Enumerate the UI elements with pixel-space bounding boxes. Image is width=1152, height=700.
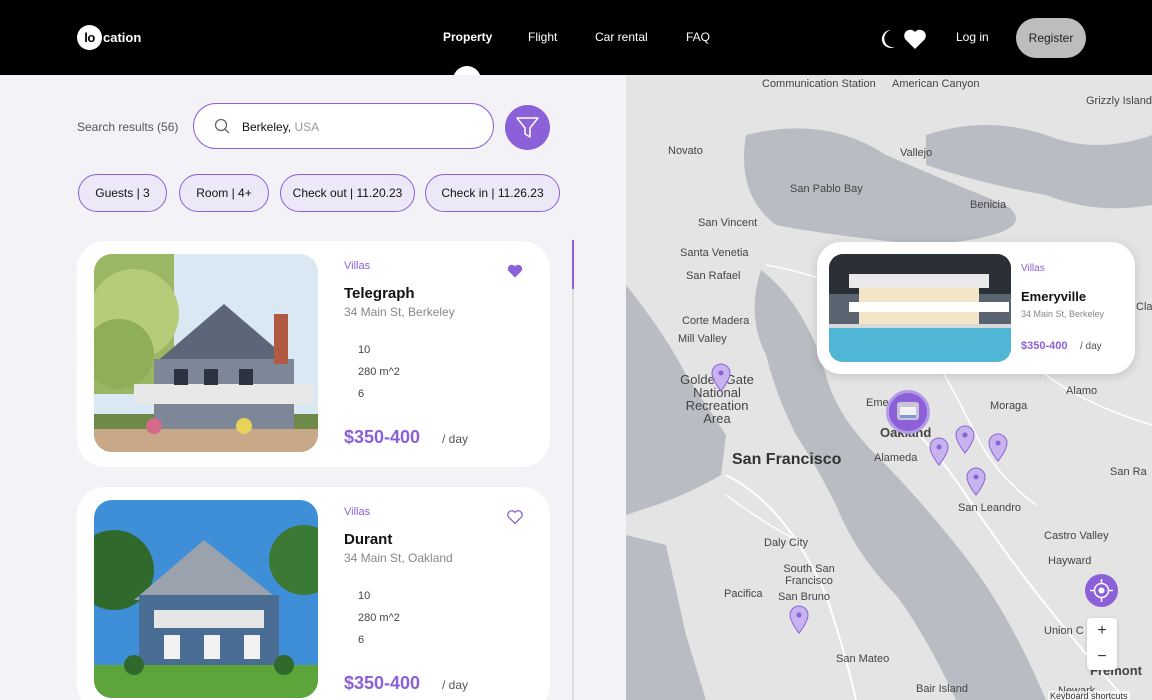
map-view[interactable]: Communication Station American Canyon Gr… xyxy=(626,75,1152,700)
popup-name[interactable]: Emeryville xyxy=(1021,289,1086,304)
search-city: Berkeley, xyxy=(242,120,292,134)
map-label: Alamo xyxy=(1066,385,1098,397)
listing-photo xyxy=(94,500,318,698)
listing-price-unit: / day xyxy=(442,432,469,446)
logo-mark: lo xyxy=(77,25,102,50)
listing-photo xyxy=(94,254,318,452)
nav-faq[interactable]: FAQ xyxy=(686,30,710,44)
logo-text: cation xyxy=(103,30,142,45)
map-label: San Leandro xyxy=(958,502,1021,514)
listing-spec-rooms: 6 xyxy=(358,634,365,646)
listing-spec-rooms: 6 xyxy=(358,388,365,400)
map-listing-popup[interactable]: Villas Emeryville 34 Main St, Berkeley $… xyxy=(817,242,1135,374)
map-label: San Rafael xyxy=(686,270,741,282)
map-label: Bair Island xyxy=(916,683,968,695)
map-label: San Francisco xyxy=(732,451,842,468)
listing-spec-area: 280 m^2 xyxy=(358,366,400,378)
filter-chip-guests[interactable]: Guests | 3 xyxy=(78,174,167,212)
map-pin-icon[interactable] xyxy=(788,604,810,634)
map-label: Daly City xyxy=(764,537,809,549)
results-scrollbar[interactable] xyxy=(572,240,574,700)
map-label: Union C xyxy=(1044,625,1084,637)
listing-name[interactable]: Durant xyxy=(344,531,392,548)
map-label: Vallejo xyxy=(900,147,933,159)
map-label: Clay xyxy=(1136,301,1152,313)
locate-me-button[interactable] xyxy=(1085,574,1118,607)
map-zoom-control: + − xyxy=(1087,618,1117,670)
search-icon xyxy=(214,118,230,134)
map-pin-icon[interactable] xyxy=(928,436,950,466)
map-label: San Vincent xyxy=(698,217,758,229)
map-label: San Ra xyxy=(1110,466,1147,478)
listing-address: 34 Main St, Berkeley xyxy=(344,305,455,319)
nav-flight[interactable]: Flight xyxy=(528,30,557,44)
top-navbar: lo cation Property Flight Car rental FAQ… xyxy=(0,0,1152,76)
listing-category: Villas xyxy=(344,260,371,272)
map-label: Novato xyxy=(668,145,703,157)
nav-car-rental[interactable]: Car rental xyxy=(595,30,648,44)
map-pin-icon[interactable] xyxy=(954,424,976,454)
filter-chip-checkin[interactable]: Check in | 11.26.23 xyxy=(425,174,560,212)
listing-spec-guests: 10 xyxy=(358,590,371,602)
map-label: Grizzly Island Wildlife Are xyxy=(1086,95,1152,107)
search-value: Berkeley, USA xyxy=(242,120,319,134)
map-label: Moraga xyxy=(990,400,1028,412)
listing-price: $350-400 xyxy=(344,673,421,693)
map-label: Santa Venetia xyxy=(680,247,749,259)
map-pin-icon[interactable] xyxy=(710,362,732,392)
filter-icon xyxy=(516,117,539,138)
listing-card[interactable]: Villas Durant 34 Main St, Oakland 10 280… xyxy=(77,487,550,700)
listing-category: Villas xyxy=(344,506,371,518)
map-label: Corte Madera xyxy=(682,315,750,327)
location-target-icon xyxy=(1090,579,1113,602)
selected-map-pin[interactable] xyxy=(886,390,930,434)
search-country: USA xyxy=(291,120,320,134)
listing-price-unit: / day xyxy=(442,678,469,692)
login-link[interactable]: Log in xyxy=(956,30,989,44)
house-thumbnail-icon xyxy=(897,402,919,420)
popup-price-unit: / day xyxy=(1080,341,1102,352)
filter-chip-checkout[interactable]: Check out | 11.20.23 xyxy=(280,174,415,212)
zoom-in-button[interactable]: + xyxy=(1087,618,1117,644)
map-label: Alameda xyxy=(874,452,918,464)
map-label: Benicia xyxy=(970,199,1007,211)
popup-price: $350-400 xyxy=(1021,340,1068,352)
listing-card[interactable]: Villas Telegraph 34 Main St, Berkeley 10… xyxy=(77,241,550,467)
listing-name[interactable]: Telegraph xyxy=(344,285,415,302)
map-label: San Bruno xyxy=(778,591,830,603)
listing-spec-area: 280 m^2 xyxy=(358,612,400,624)
favorite-heart-icon[interactable] xyxy=(507,509,523,525)
listing-address: 34 Main St, Oakland xyxy=(344,551,453,565)
search-input[interactable]: Berkeley, USA xyxy=(193,103,494,149)
keyboard-shortcuts-link[interactable]: Keyboard shortcuts xyxy=(1048,691,1130,700)
favorite-heart-icon[interactable] xyxy=(507,263,523,279)
popup-photo xyxy=(829,254,1011,362)
zoom-out-button[interactable]: − xyxy=(1087,644,1117,670)
logo[interactable]: lo cation xyxy=(77,25,141,50)
popup-category: Villas xyxy=(1021,263,1045,274)
listing-price: $350-400 xyxy=(344,427,421,447)
search-results-count: Search results (56) xyxy=(77,120,179,134)
map-label: American Canyon xyxy=(892,78,980,90)
map-label: Castro Valley xyxy=(1044,530,1109,542)
listing-spec-guests: 10 xyxy=(358,344,371,356)
filter-chip-room[interactable]: Room | 4+ xyxy=(179,174,269,212)
heart-icon[interactable] xyxy=(903,28,927,50)
results-scrollbar-thumb[interactable] xyxy=(572,240,574,289)
popup-address: 34 Main St, Berkeley xyxy=(1021,309,1105,319)
moon-icon[interactable] xyxy=(878,29,896,49)
filter-button[interactable] xyxy=(505,105,550,150)
map-label: Eme xyxy=(866,397,889,409)
map-pin-icon[interactable] xyxy=(965,466,987,496)
map-label: Mill Valley xyxy=(678,333,727,345)
map-label: Communication Station xyxy=(762,78,876,90)
register-button[interactable]: Register xyxy=(1016,18,1086,58)
map-label: Pacifica xyxy=(724,588,763,600)
map-label: Hayward xyxy=(1048,555,1092,567)
map-label: San Mateo xyxy=(836,653,890,665)
map-pin-icon[interactable] xyxy=(987,432,1009,462)
map-label: San Pablo Bay xyxy=(790,183,863,195)
map-label: South San Francisco xyxy=(783,563,835,587)
nav-property[interactable]: Property xyxy=(443,30,492,44)
